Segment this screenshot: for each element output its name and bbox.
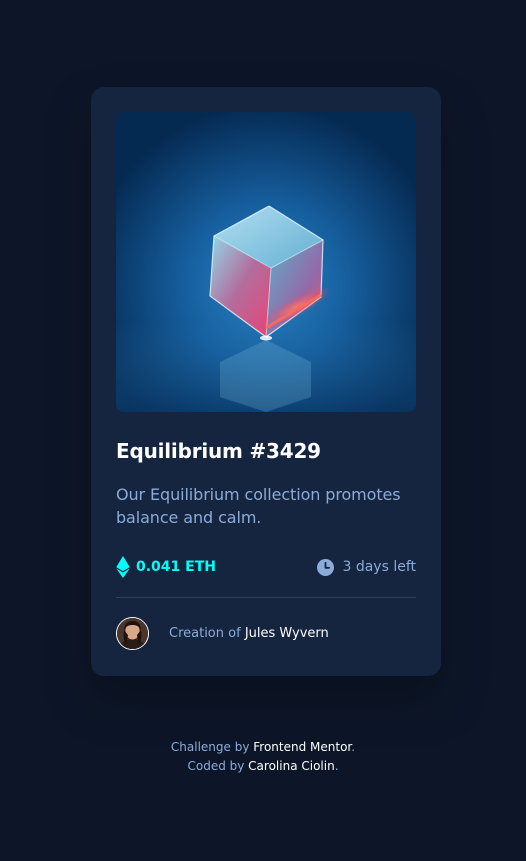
- attribution-suffix-1: .: [351, 740, 356, 754]
- attribution-prefix-2: Coded by: [187, 759, 249, 773]
- author-link[interactable]: Carolina Ciolin: [248, 759, 335, 773]
- creator-name-link[interactable]: Jules Wyvern: [245, 626, 329, 641]
- avatar: [116, 617, 149, 650]
- frontend-mentor-link[interactable]: Frontend Mentor: [253, 740, 351, 754]
- price-value: 0.041 ETH: [136, 559, 216, 575]
- card-stats: 0.041 ETH 3 days left: [116, 555, 416, 579]
- ethereum-icon: [116, 556, 130, 578]
- attribution-line-2: Coded by Carolina Ciolin.: [0, 757, 526, 776]
- card-description: Our Equilibrium collection promotes bala…: [116, 485, 401, 527]
- attribution-footer: Challenge by Frontend Mentor. Coded by C…: [0, 738, 526, 776]
- card-title[interactable]: Equilibrium #3429: [116, 437, 321, 465]
- creator-prefix: Creation of: [169, 626, 245, 641]
- avatar-image: [117, 618, 148, 649]
- nft-card: Equilibrium #3429 Our Equilibrium collec…: [91, 87, 441, 676]
- time-left: 3 days left: [342, 559, 416, 575]
- clock-icon: [317, 558, 335, 576]
- nft-image-art: [116, 112, 416, 412]
- time-info: 3 days left: [317, 555, 416, 579]
- attribution-prefix-1: Challenge by: [170, 740, 254, 754]
- card-divider: [116, 597, 416, 598]
- creator-info: Creation of Jules Wyvern: [116, 617, 329, 650]
- price-info: 0.041 ETH: [116, 555, 216, 579]
- attribution-suffix-2: .: [334, 759, 339, 773]
- attribution-line-1: Challenge by Frontend Mentor.: [0, 738, 526, 757]
- creator-text: Creation of Jules Wyvern: [169, 626, 329, 641]
- nft-image[interactable]: [116, 112, 416, 412]
